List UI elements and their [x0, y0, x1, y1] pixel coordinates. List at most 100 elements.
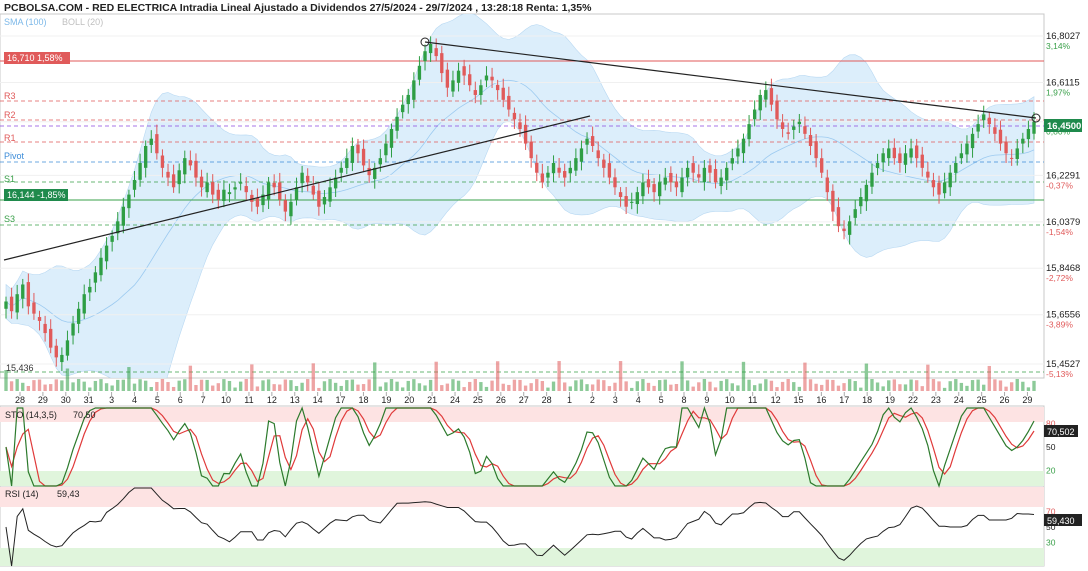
- x-tick-label: 18: [358, 395, 368, 405]
- candle: [842, 228, 846, 232]
- candle: [937, 182, 941, 195]
- volume-bar: [758, 383, 762, 391]
- stoch-oversold-zone: [0, 471, 1044, 486]
- candle: [657, 182, 662, 197]
- candle: [769, 88, 774, 105]
- candle: [501, 87, 505, 100]
- candle: [345, 158, 349, 168]
- volume-bar: [278, 384, 282, 391]
- y-tick-pct: -3,89%: [1046, 320, 1073, 330]
- volume-bar: [669, 384, 673, 391]
- candle: [691, 163, 695, 173]
- x-tick-label: 25: [977, 395, 987, 405]
- volume-bar: [155, 381, 159, 391]
- low-label: 15,436: [6, 363, 34, 373]
- candle: [914, 145, 919, 159]
- candle: [99, 257, 103, 276]
- x-tick-label: 12: [267, 395, 277, 405]
- y-tick-pct: 3,14%: [1046, 41, 1071, 51]
- s3-label: S3: [4, 214, 15, 224]
- candle: [233, 187, 237, 190]
- candle: [110, 235, 114, 242]
- candle: [1009, 157, 1014, 159]
- volume-bar: [238, 381, 243, 391]
- volume-bar: [691, 386, 695, 391]
- candle: [697, 174, 701, 178]
- volume-bar: [54, 379, 58, 391]
- candle: [920, 154, 924, 168]
- candle: [1004, 141, 1008, 154]
- volume-bar: [769, 380, 774, 391]
- candle: [166, 171, 170, 178]
- candle: [535, 162, 539, 173]
- candle: [26, 282, 31, 307]
- volume-bar: [104, 383, 109, 391]
- volume-bar: [495, 361, 500, 391]
- volume-bar: [965, 385, 969, 391]
- candle: [646, 179, 651, 188]
- volume-bar: [719, 380, 723, 391]
- candle: [417, 65, 422, 80]
- x-tick-label: 24: [450, 395, 460, 405]
- volume-bar: [266, 379, 271, 391]
- x-tick-label: 17: [839, 395, 849, 405]
- candle: [350, 145, 355, 163]
- candle: [590, 136, 595, 146]
- s2-label: 16,144 -1,85%: [7, 190, 66, 200]
- candle: [484, 75, 489, 81]
- volume-bar: [825, 379, 829, 391]
- x-tick-label: 30: [61, 395, 71, 405]
- candle: [266, 182, 271, 200]
- candle: [468, 74, 472, 86]
- candle: [60, 354, 64, 363]
- candle: [37, 317, 42, 321]
- volume-bar: [853, 381, 857, 391]
- candle: [473, 90, 477, 95]
- candle: [512, 112, 517, 120]
- volume-bar: [596, 379, 600, 391]
- volume-bar: [870, 379, 874, 391]
- volume-bar: [272, 384, 276, 391]
- candle: [211, 182, 215, 195]
- volume-bar: [786, 379, 790, 391]
- candle: [736, 148, 740, 157]
- candle: [278, 182, 282, 200]
- candle: [300, 172, 304, 184]
- candle: [227, 192, 232, 195]
- volume-bar: [568, 386, 572, 391]
- candle: [495, 84, 500, 91]
- price-chart: 16,80273,14%16,61151,97%0,80%16,2291-0,3…: [0, 2, 1082, 567]
- candle: [752, 109, 757, 120]
- candle: [814, 141, 818, 159]
- candle: [954, 162, 958, 173]
- candle: [708, 165, 712, 173]
- x-tick-label: 26: [496, 395, 506, 405]
- candle: [780, 122, 785, 129]
- candle: [317, 190, 321, 207]
- volume-bar: [311, 363, 315, 391]
- candle: [613, 177, 617, 188]
- candle: [4, 301, 8, 309]
- candle: [43, 323, 47, 334]
- volume-bar: [428, 379, 433, 391]
- volume-bar: [607, 386, 612, 391]
- x-tick-label: 19: [381, 395, 391, 405]
- candle: [831, 190, 835, 212]
- volume-bar: [378, 386, 383, 391]
- volume-bar: [507, 384, 511, 391]
- candle: [1026, 128, 1031, 140]
- volume-bar: [255, 386, 260, 391]
- x-tick-label: 18: [862, 395, 872, 405]
- candle: [641, 182, 645, 197]
- candle: [322, 197, 327, 205]
- x-tick-label: 19: [885, 395, 895, 405]
- volume-bar: [93, 380, 98, 391]
- candle: [652, 184, 656, 193]
- volume-bar: [685, 380, 690, 391]
- volume-bar: [9, 381, 14, 391]
- candle: [764, 90, 768, 100]
- candle: [412, 80, 416, 100]
- volume-bar: [110, 385, 114, 391]
- candle: [177, 170, 181, 185]
- candle: [551, 162, 556, 174]
